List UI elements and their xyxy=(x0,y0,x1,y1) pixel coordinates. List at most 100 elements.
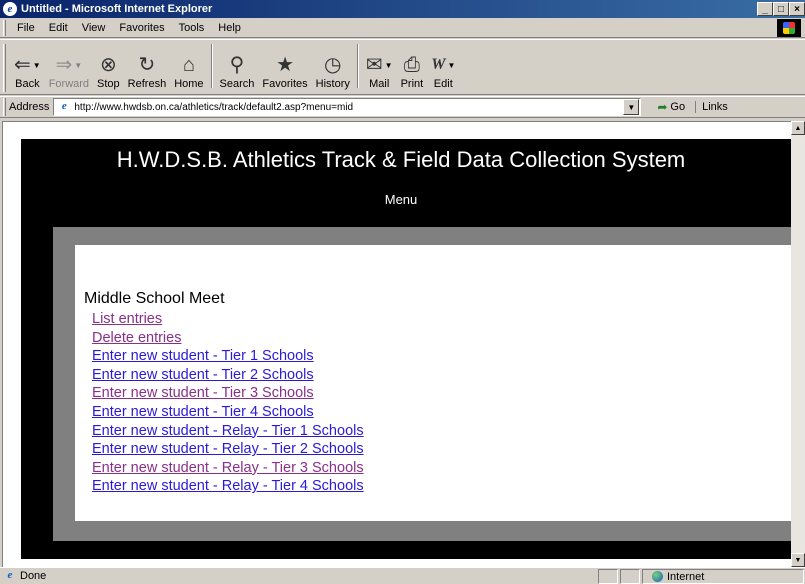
forward-label: Forward xyxy=(48,78,90,90)
mail-dropdown-icon[interactable]: ▼ xyxy=(385,61,393,70)
content-frame: Middle School Meet List entries Delete e… xyxy=(53,227,791,541)
back-button[interactable]: ⇐ ▼ Back xyxy=(10,42,45,94)
zone-label: Internet xyxy=(667,570,705,583)
forward-dropdown-icon[interactable]: ▼ xyxy=(74,61,82,70)
page-status-icon: e xyxy=(7,569,13,581)
go-arrow-icon: ➦ xyxy=(657,100,668,114)
toolbar-separator xyxy=(210,44,213,88)
refresh-icon: ↻ xyxy=(138,54,156,76)
list-item: Enter new student - Relay - Tier 2 Schoo… xyxy=(92,440,364,459)
menu-link-list: List entries Delete entries Enter new st… xyxy=(92,310,364,496)
toolbar-grip[interactable] xyxy=(3,44,6,92)
close-button[interactable]: × xyxy=(789,2,805,16)
list-item: Enter new student - Tier 1 Schools xyxy=(92,347,364,366)
page-icon: e xyxy=(61,100,67,112)
stop-label: Stop xyxy=(97,78,120,90)
url-input[interactable] xyxy=(74,101,615,113)
enter-student-tier3-link[interactable]: Enter new student - Tier 3 Schools xyxy=(92,385,314,401)
go-button[interactable]: ➦ Go xyxy=(657,100,685,114)
list-item: Delete entries xyxy=(92,329,364,348)
history-label: History xyxy=(315,78,350,90)
status-bar: e Done Internet xyxy=(0,567,805,584)
refresh-button[interactable]: ↻ Refresh xyxy=(124,42,171,94)
ie-icon: e xyxy=(3,2,17,16)
favorites-button[interactable]: ★ Favorites xyxy=(258,42,311,94)
enter-student-tier1-link[interactable]: Enter new student - Tier 1 Schools xyxy=(92,348,314,364)
page-viewport: H.W.D.S.B. Athletics Track & Field Data … xyxy=(2,121,791,567)
forward-button[interactable]: ⇒ ▼ Forward xyxy=(45,42,93,94)
address-grip[interactable] xyxy=(3,98,6,116)
address-label: Address xyxy=(9,101,50,113)
enter-relay-tier3-link[interactable]: Enter new student - Relay - Tier 3 Schoo… xyxy=(92,460,364,476)
toolbar-separator xyxy=(356,44,359,88)
stop-button[interactable]: ⊗ Stop xyxy=(93,42,124,94)
status-pane xyxy=(620,569,640,584)
go-label: Go xyxy=(670,101,686,113)
edit-button[interactable]: W ▼ Edit xyxy=(427,42,459,94)
list-item: List entries xyxy=(92,310,364,329)
globe-icon xyxy=(652,571,663,582)
vertical-scrollbar[interactable]: ▲ ▼ xyxy=(791,121,805,567)
status-pane xyxy=(598,569,618,584)
enter-student-tier4-link[interactable]: Enter new student - Tier 4 Schools xyxy=(92,404,314,420)
print-button[interactable]: ⎙ Print xyxy=(397,42,428,94)
list-item: Enter new student - Relay - Tier 1 Schoo… xyxy=(92,422,364,441)
enter-relay-tier1-link[interactable]: Enter new student - Relay - Tier 1 Schoo… xyxy=(92,423,364,439)
address-bar: Address e ▼ ➦ Go Links xyxy=(0,96,805,118)
mail-icon: ✉ xyxy=(365,54,383,76)
favorites-icon: ★ xyxy=(276,54,294,76)
edit-dropdown-icon[interactable]: ▼ xyxy=(447,61,455,70)
minimize-button[interactable]: _ xyxy=(757,2,773,16)
list-item: Enter new student - Relay - Tier 4 Schoo… xyxy=(92,477,364,496)
address-field[interactable]: e ▼ xyxy=(53,98,642,116)
menu-help[interactable]: Help xyxy=(211,22,248,34)
enter-relay-tier4-link[interactable]: Enter new student - Relay - Tier 4 Schoo… xyxy=(92,478,364,494)
section-heading: Middle School Meet xyxy=(84,290,225,307)
menu-file[interactable]: File xyxy=(10,22,42,34)
print-label: Print xyxy=(400,78,424,90)
page-subtitle: Menu xyxy=(384,192,418,207)
menu-bar: File Edit View Favorites Tools Help xyxy=(0,18,805,38)
list-item: Enter new student - Tier 2 Schools xyxy=(92,366,364,385)
delete-entries-link[interactable]: Delete entries xyxy=(92,330,181,346)
status-text: Done xyxy=(20,570,47,582)
enter-relay-tier2-link[interactable]: Enter new student - Relay - Tier 2 Schoo… xyxy=(92,441,364,457)
standard-toolbar: ⇐ ▼ Back ⇒ ▼ Forward ⊗ Stop ↻ Refresh ⌂ Ho… xyxy=(0,39,805,95)
refresh-label: Refresh xyxy=(127,78,167,90)
back-dropdown-icon[interactable]: ▼ xyxy=(33,61,41,70)
edit-label: Edit xyxy=(433,78,453,90)
menu-grip[interactable] xyxy=(3,19,6,36)
enter-student-tier2-link[interactable]: Enter new student - Tier 2 Schools xyxy=(92,367,314,383)
forward-arrow-icon: ⇒ xyxy=(55,54,73,76)
page-banner: H.W.D.S.B. Athletics Track & Field Data … xyxy=(21,139,791,559)
search-icon: ⚲ xyxy=(229,54,245,76)
windows-throbber xyxy=(777,19,801,37)
home-icon: ⌂ xyxy=(182,54,195,76)
back-arrow-icon: ⇐ xyxy=(14,54,31,76)
mail-label: Mail xyxy=(369,78,390,90)
printer-icon: ⎙ xyxy=(403,54,420,76)
window-title: Untitled - Microsoft Internet Explorer xyxy=(21,3,213,15)
restore-button[interactable]: □ xyxy=(773,2,789,16)
history-button[interactable]: ◷ History xyxy=(312,42,354,94)
search-button[interactable]: ⚲ Search xyxy=(216,42,259,94)
mail-button[interactable]: ✉ ▼ Mail xyxy=(362,42,397,94)
search-label: Search xyxy=(219,78,255,90)
home-button[interactable]: ⌂ Home xyxy=(170,42,207,94)
scroll-down-icon[interactable]: ▼ xyxy=(791,553,805,567)
menu-edit[interactable]: Edit xyxy=(42,22,75,34)
menu-favorites[interactable]: Favorites xyxy=(112,22,171,34)
menu-view[interactable]: View xyxy=(75,22,113,34)
stop-icon: ⊗ xyxy=(99,54,117,76)
menu-tools[interactable]: Tools xyxy=(172,22,212,34)
list-item: Enter new student - Tier 3 Schools xyxy=(92,384,364,403)
windows-logo-icon xyxy=(783,22,795,34)
list-item: Enter new student - Relay - Tier 3 Schoo… xyxy=(92,459,364,478)
back-label: Back xyxy=(15,78,40,90)
links-button[interactable]: Links xyxy=(695,101,728,113)
list-entries-link[interactable]: List entries xyxy=(92,311,162,327)
scroll-up-icon[interactable]: ▲ xyxy=(791,121,805,135)
favorites-label: Favorites xyxy=(262,78,308,90)
word-edit-icon: W xyxy=(431,56,446,73)
address-dropdown-icon[interactable]: ▼ xyxy=(623,99,640,115)
